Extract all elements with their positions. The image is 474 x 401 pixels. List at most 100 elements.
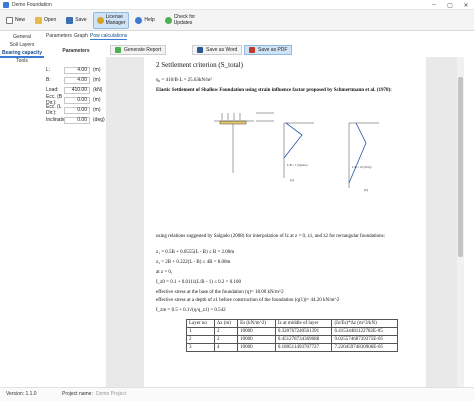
key-icon xyxy=(96,16,104,24)
minimize-icon[interactable]: – xyxy=(426,0,442,10)
cell: 10000 xyxy=(237,327,276,336)
nav-tools[interactable]: Tools xyxy=(0,58,44,64)
effective-stress-base: effective stress at the base of the foun… xyxy=(156,290,284,295)
z0-condition: at z = 0, xyxy=(156,270,173,275)
param-unit: (m) xyxy=(93,107,101,113)
cell: 0.451278734369688 xyxy=(274,335,333,344)
left-navigation: General Soil Layers Bearing capacity Too… xyxy=(0,32,44,392)
new-file-icon xyxy=(6,16,13,24)
cell: 1 xyxy=(185,327,216,336)
param-row-ecc-l: Ecc. (L Dir.): 0.00 (m) xyxy=(44,104,108,116)
header-iz: Iz at middle of layer xyxy=(274,319,333,328)
nav-bearing-capacity[interactable]: Bearing capacity xyxy=(0,50,44,58)
header-result: (Iz/Es)*Δz (m^3/kN) xyxy=(331,319,398,328)
generate-report-label: Generate Report xyxy=(124,47,162,53)
project-name-value: Demo Project xyxy=(96,391,127,397)
vertical-scrollbar[interactable] xyxy=(457,57,464,387)
save-as-word-button[interactable]: Save as Word xyxy=(192,45,243,55)
influence-diagram-b: L/B ≥ 10 (Strip) (b) xyxy=(348,122,379,192)
report-page: 2 Settlement criterion (S_total) q₀ = 41… xyxy=(144,57,426,387)
tab-graph[interactable]: Graph xyxy=(74,33,88,39)
salgado-paragraph: using relations suggested by Salgado (20… xyxy=(156,234,386,239)
cell: 2 xyxy=(214,335,239,344)
param-inclination-input[interactable]: 0.00 xyxy=(64,116,90,124)
lb-square-label: L/B = 1 (Square) xyxy=(287,163,307,167)
tab-parameters[interactable]: Parameters xyxy=(46,33,72,39)
param-label: Ecc. (L Dir.): xyxy=(46,104,62,116)
section-heading: 2 Settlement criterion (S_total) xyxy=(156,61,243,69)
version-text: Version: 1.1.0 xyxy=(6,391,37,397)
cell: 7.22045974830906E-05 xyxy=(331,343,398,352)
new-button[interactable]: New xyxy=(2,12,29,29)
settlement-table: Layer no Δz (m) Es (kN/m^2) Iz at middle… xyxy=(185,319,398,352)
param-label: B: xyxy=(46,77,51,83)
save-button[interactable]: Save xyxy=(62,12,90,29)
pdf-icon xyxy=(249,47,255,53)
new-label: New xyxy=(15,17,26,23)
nav-soil-layers[interactable]: Soil Layers xyxy=(0,42,44,48)
maximize-icon[interactable]: ▢ xyxy=(442,0,458,10)
z2-equation: z₂ = 2B + 0.222(L - B) ≤ 4B = 8.00m xyxy=(156,260,231,265)
influence-diagram-a: L/B = 1 (Square) (a) xyxy=(283,122,314,182)
close-icon[interactable]: ✕ xyxy=(458,0,474,10)
cell: 0.320767240561391 xyxy=(274,327,333,336)
status-bar: Version: 1.1.0 Project name: Demo Projec… xyxy=(0,387,474,401)
generate-report-button[interactable]: Generate Report xyxy=(110,45,167,55)
save-as-word-label: Save as Word xyxy=(206,47,238,53)
scroll-thumb[interactable] xyxy=(458,77,463,257)
param-l-input[interactable]: 4.00 xyxy=(64,66,90,74)
check-icon xyxy=(115,47,121,53)
lb-strip-label: L/B ≥ 10 (Strip) xyxy=(352,165,371,169)
check-updates-button[interactable]: Check for Updates xyxy=(161,12,199,29)
open-label: Open xyxy=(44,17,57,23)
report-viewer[interactable]: 2 Settlement criterion (S_total) q₀ = 41… xyxy=(106,57,457,387)
q0-equation: q₀ = 410/B·L = 25.63kN/m² xyxy=(156,78,212,83)
table-row: 1 2 10000 0.320767240561391 6.4153448112… xyxy=(185,327,398,336)
title-bar: Demo Foundation – ▢ ✕ xyxy=(0,0,474,10)
cell: 9.02557468739375E-05 xyxy=(331,335,398,344)
tab-pow-calculations[interactable]: Pow calculations xyxy=(90,33,128,40)
param-label: Inclination: xyxy=(46,117,70,123)
license-manager-label: License Manager xyxy=(106,14,126,26)
footing-diagram xyxy=(214,112,274,173)
calculation-tabs: Parameters Graph Pow calculations xyxy=(44,32,142,41)
figure-label-a: (a) xyxy=(290,178,295,182)
table-row: 2 2 10000 0.451278734369688 9.0255746873… xyxy=(185,335,398,344)
z1-equation: z₁ = 0.5B + 0.0555(L - B) ≤ B = 2.00m xyxy=(156,250,235,255)
cell: 4 xyxy=(214,343,239,352)
cell: 2 xyxy=(185,335,216,344)
param-row-l: L: 4.00 (m) xyxy=(44,66,108,74)
folder-icon xyxy=(35,16,43,24)
open-button[interactable]: Open xyxy=(31,12,60,29)
save-as-pdf-button[interactable]: Save as PDF xyxy=(244,45,293,55)
nav-general[interactable]: General xyxy=(0,34,44,40)
cell: 6.41534481122782E-05 xyxy=(331,327,398,336)
refresh-icon xyxy=(164,16,172,24)
license-manager-button[interactable]: License Manager xyxy=(92,11,130,29)
param-unit: (m) xyxy=(93,77,101,83)
param-label: Load: xyxy=(46,87,59,93)
parameters-panel: Parameters L: 4.00 (m) B: 4.00 (m) Load:… xyxy=(44,48,108,128)
param-unit: (kN) xyxy=(93,87,103,93)
main-toolbar: New Open Save License Manager Help Check… xyxy=(0,10,474,31)
parameters-header: Parameters xyxy=(62,48,90,54)
project-name-label: Project name: xyxy=(62,391,93,397)
param-load-input[interactable]: 410.00 xyxy=(64,86,90,94)
param-row-b: B: 4.00 (m) xyxy=(44,76,108,84)
param-label: L: xyxy=(46,67,51,73)
param-ecc-l-input[interactable]: 0.00 xyxy=(64,106,90,114)
param-b-input[interactable]: 4.00 xyxy=(64,76,90,84)
cell: 10000 xyxy=(237,335,276,344)
param-unit: (m) xyxy=(93,67,101,73)
cell: 2 xyxy=(214,327,239,336)
report-actions: Generate Report Save as Word Save as PDF xyxy=(106,44,426,56)
param-unit: (m) xyxy=(93,97,101,103)
param-unit: (deg) xyxy=(93,117,105,123)
param-ecc-b-input[interactable]: 0.00 xyxy=(64,96,90,104)
help-button[interactable]: Help xyxy=(131,12,158,29)
header-layer: Layer no xyxy=(185,319,216,328)
cell: 3 xyxy=(185,343,216,352)
save-as-pdf-label: Save as PDF xyxy=(258,47,288,53)
table-header-row: Layer no Δz (m) Es (kN/m^2) Iz at middle… xyxy=(185,319,398,328)
help-label: Help xyxy=(144,17,155,23)
